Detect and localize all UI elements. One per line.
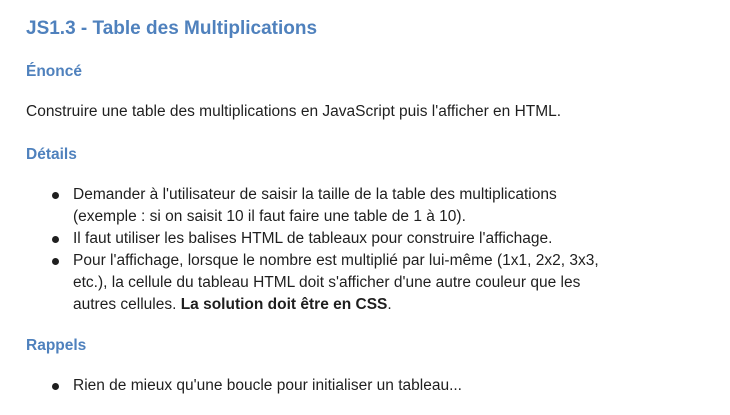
list-item-line: Rien de mieux qu'une boucle pour initial… [73, 377, 462, 394]
document-title: JS1.3 - Table des Multiplications [26, 18, 318, 39]
bullet-icon [52, 192, 59, 199]
list-item: Pour l'affichage, lorsque le nombre est … [26, 250, 673, 316]
list-item-text: autres cellules. [73, 296, 181, 313]
enonce-text: Construire une table des multiplications… [26, 103, 562, 120]
bullet-icon [52, 258, 59, 265]
bullet-icon [52, 236, 59, 243]
list-item-line: autres cellules. La solution doit être e… [73, 294, 673, 316]
list-item-line: (exemple : si on saisit 10 il faut faire… [73, 208, 466, 225]
section-heading-enonce: Énoncé [26, 63, 82, 80]
rappels-list: Rien de mieux qu'une boucle pour initial… [26, 375, 673, 397]
list-item: Rien de mieux qu'une boucle pour initial… [26, 375, 673, 397]
section-heading-details: Détails [26, 146, 77, 163]
list-item-line: etc.), la cellule du tableau HTML doit s… [73, 274, 581, 291]
list-item-text: . [387, 296, 392, 313]
list-item-line: Pour l'affichage, lorsque le nombre est … [73, 252, 599, 269]
list-item-line: Il faut utiliser les balises HTML de tab… [73, 230, 553, 247]
section-heading-rappels: Rappels [26, 337, 87, 354]
list-item: Il faut utiliser les balises HTML de tab… [26, 228, 673, 250]
list-item-emphasis: La solution doit être en CSS [180, 296, 388, 313]
details-list: Demander à l'utilisateur de saisir la ta… [26, 184, 673, 316]
list-item: Demander à l'utilisateur de saisir la ta… [26, 184, 673, 228]
bullet-icon [52, 383, 59, 390]
list-item-line: Demander à l'utilisateur de saisir la ta… [73, 186, 557, 203]
